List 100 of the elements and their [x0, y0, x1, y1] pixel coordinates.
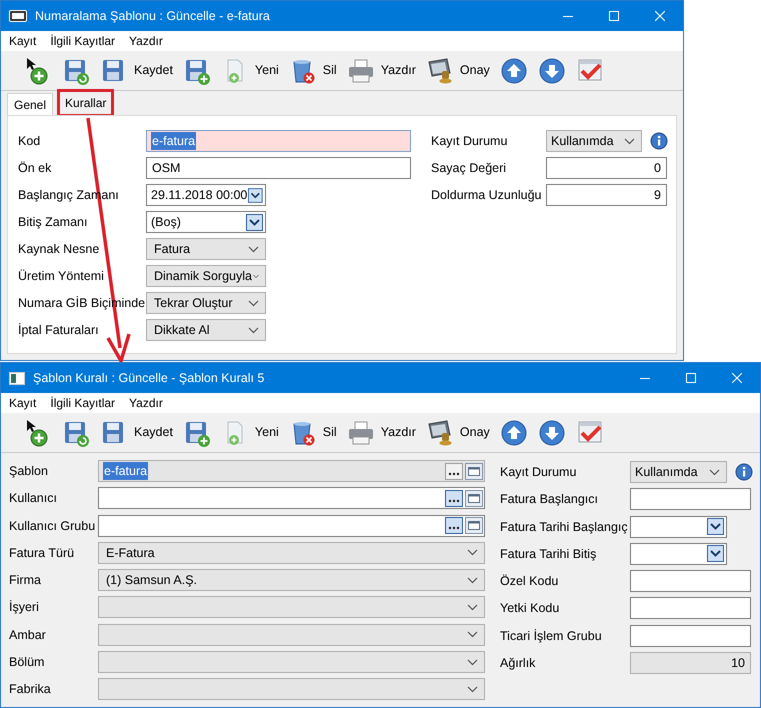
field-label: Bitiş Zamanı	[18, 215, 88, 229]
field-label: Kullanıcı	[9, 491, 57, 506]
field-label: Bölüm	[9, 655, 44, 670]
field-label: Sayaç Değeri	[431, 161, 506, 175]
dropdown-field[interactable]: Tekrar Oluştur	[146, 292, 266, 314]
input-field[interactable]	[630, 624, 751, 647]
field-label: Ön ek	[18, 161, 52, 175]
menu-item[interactable]: İlgili Kayıtlar	[50, 394, 116, 412]
field-value: (1) Samsun A.Ş.	[105, 572, 198, 589]
field-label: İptal Faturaları	[18, 323, 99, 337]
tab[interactable]: Kurallar	[59, 91, 112, 115]
menu-item[interactable]: İlgili Kayıtlar	[50, 32, 116, 50]
ellipsis-icon[interactable]	[445, 462, 463, 480]
field-label: Kullanıcı Grubu	[9, 518, 96, 533]
stamp-laptop-icon	[426, 56, 454, 84]
dropdown-button-icon[interactable]	[707, 518, 724, 536]
dropdown-field[interactable]	[98, 678, 485, 700]
input-field[interactable]: 0	[546, 157, 667, 179]
dropdown-button-icon[interactable]	[248, 186, 263, 204]
toolbar-button[interactable]: Yeni	[218, 416, 282, 450]
input-field[interactable]: e-fatura	[146, 130, 411, 152]
chevron-down-icon	[467, 631, 478, 638]
dropdown-button-icon[interactable]	[707, 545, 724, 562]
dropdown-field[interactable]: Dikkate Al	[146, 319, 266, 341]
dropdown-field[interactable]: Fatura	[146, 238, 266, 260]
field-label: Fatura Tarihi Başlangıç	[500, 520, 628, 534]
dropdown-field[interactable]	[98, 624, 485, 646]
input-field[interactable]	[630, 597, 751, 620]
field-value: Tekrar Oluştur	[153, 294, 234, 312]
field-label: Ticari İşlem Grubu	[500, 628, 602, 643]
lookup-field[interactable]: e-fatura	[98, 460, 485, 482]
dropdown-field[interactable]	[98, 596, 485, 618]
ellipsis-icon[interactable]	[445, 517, 463, 534]
window-icon	[9, 10, 27, 22]
dropdown-field[interactable]: (1) Samsun A.Ş.	[98, 569, 485, 592]
toolbar-button[interactable]: Kaydet	[97, 54, 176, 88]
field-value: e-fatura	[151, 132, 196, 150]
date-field[interactable]: 29.11.2018 00:00	[146, 184, 266, 206]
close-icon	[732, 373, 742, 383]
menu-item[interactable]: Kayıt	[9, 394, 36, 412]
toolbar-button[interactable]: Yazdır	[344, 416, 419, 450]
info-icon[interactable]	[735, 463, 753, 481]
dropdown-field[interactable]: Kullanımda	[630, 461, 727, 483]
field-label: Kod	[18, 134, 40, 148]
menu-item[interactable]: Kayıt	[9, 32, 36, 50]
input-field[interactable]: 9	[546, 184, 667, 206]
toolbar-button[interactable]: Yazdır	[344, 54, 419, 88]
field-label: Doldurma Uzunluğu	[431, 188, 542, 202]
chevron-down-icon	[467, 604, 478, 611]
window-title: Numaralama Şablonu : Güncelle - e-fatura	[35, 8, 270, 25]
dropdown-field[interactable]: Dinamik Sorguyla	[146, 265, 266, 287]
dropdown-field[interactable]: E-Fatura	[98, 542, 485, 564]
field-value: OSM	[151, 160, 182, 177]
menu-item[interactable]: Yazdır	[129, 394, 163, 412]
ellipsis-icon[interactable]	[445, 490, 463, 507]
dropdown-field[interactable]: Kullanımda	[546, 130, 642, 152]
maximize-icon	[686, 373, 696, 383]
chevron-down-icon	[252, 272, 259, 280]
field-label: Ambar	[9, 628, 46, 642]
dropdown-button-icon[interactable]	[246, 214, 263, 230]
chevron-down-icon	[467, 549, 478, 556]
input-field[interactable]: OSM	[146, 157, 411, 179]
chevron-down-icon	[248, 300, 259, 306]
field-label: İşyeri	[9, 600, 39, 614]
menu-item[interactable]: Yazdır	[129, 32, 163, 50]
input-field[interactable]	[630, 570, 751, 592]
chevron-down-icon	[248, 326, 259, 334]
chevron-down-icon	[248, 246, 259, 252]
field-value: Dinamik Sorguyla	[153, 268, 253, 285]
form-icon[interactable]	[465, 490, 483, 507]
lookup-field[interactable]	[98, 514, 485, 537]
field-value: 0	[653, 160, 662, 177]
date-field[interactable]	[630, 516, 727, 538]
form-icon[interactable]	[465, 462, 483, 480]
tab[interactable]: Genel	[7, 93, 54, 115]
toolbar-button[interactable]: Onay	[422, 54, 493, 88]
lookup-field[interactable]	[98, 487, 485, 510]
chevron-down-icon	[624, 138, 635, 144]
input-field[interactable]	[630, 488, 751, 510]
field-label: Kayıt Durumu	[500, 465, 576, 479]
info-icon[interactable]	[650, 132, 668, 150]
toolbar-button[interactable]: Sil	[286, 416, 340, 450]
field-label: Şablon	[9, 464, 48, 478]
field-label: Özel Kodu	[500, 574, 558, 588]
input-field[interactable]: 10	[630, 652, 751, 674]
field-value: E-Fatura	[105, 544, 156, 562]
date-field[interactable]: (Boş)	[146, 211, 266, 233]
field-value: 29.11.2018 00:00	[150, 186, 248, 204]
field-label: Firma	[9, 573, 41, 588]
toolbar-button[interactable]: Kaydet	[97, 416, 176, 450]
toolbar-button[interactable]: Onay	[422, 416, 493, 450]
field-value: Fatura	[153, 240, 192, 258]
toolbar-button[interactable]: Sil	[286, 54, 340, 88]
dropdown-field[interactable]	[98, 651, 485, 674]
field-value: e-fatura	[103, 462, 148, 480]
field-label: Ağırlık	[500, 656, 536, 670]
form-icon[interactable]	[465, 517, 483, 534]
toolbar-button[interactable]: Yeni	[218, 54, 282, 88]
window-title: Şablon Kuralı : Güncelle - Şablon Kuralı 5	[33, 370, 264, 387]
date-field[interactable]	[630, 542, 727, 565]
